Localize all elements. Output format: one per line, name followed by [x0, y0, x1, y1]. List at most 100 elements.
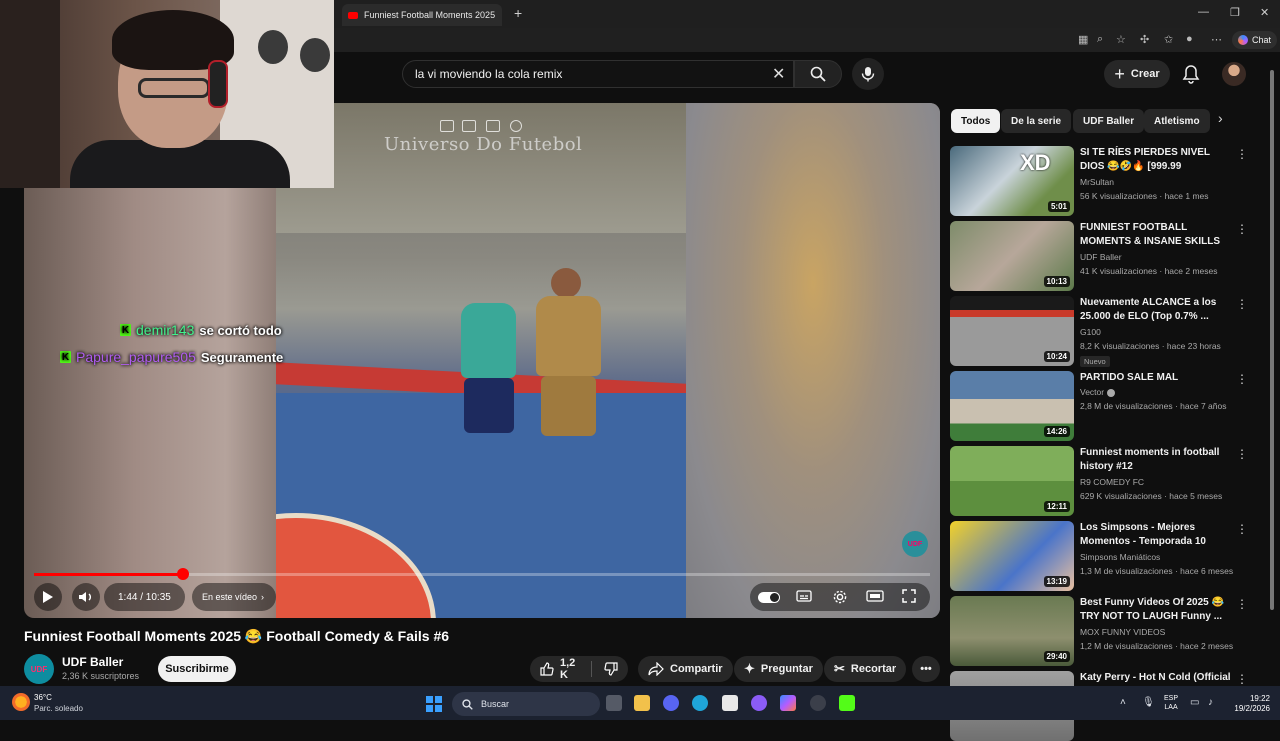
- more-vertical-icon[interactable]: ⋮: [1236, 298, 1248, 310]
- recommendation-title[interactable]: Katy Perry - Hot N Cold (Official: [1080, 671, 1232, 685]
- chip-de-la-serie[interactable]: De la serie: [1001, 109, 1072, 133]
- network-icon[interactable]: ▭: [1190, 697, 1199, 708]
- recommendation-item[interactable]: 12:11 Funniest moments in football histor…: [950, 446, 1250, 516]
- progress-scrubber[interactable]: [176, 568, 189, 580]
- apps-icon[interactable]: ▦: [1078, 33, 1088, 46]
- recommendation-thumbnail[interactable]: 12:11: [950, 446, 1074, 516]
- progress-bar[interactable]: [34, 568, 930, 580]
- task-view-icon[interactable]: [606, 695, 622, 711]
- create-button[interactable]: + Crear: [1104, 60, 1170, 88]
- system-clock[interactable]: 19:22 19/2/2026: [1226, 694, 1270, 714]
- recommendation-channel[interactable]: Simpsons Maniáticos: [1080, 552, 1160, 562]
- browser-tab-active[interactable]: Funniest Football Moments 2025 😂: [342, 4, 502, 26]
- volume-button[interactable]: [72, 583, 100, 611]
- recommendation-item[interactable]: 10:24 Nuevamente ALCANCE a los 25.000 de …: [950, 296, 1250, 367]
- zoom-icon[interactable]: ⌕: [1097, 33, 1103, 46]
- clipboard-icon[interactable]: [486, 120, 500, 132]
- windows-start-icon[interactable]: [426, 696, 442, 712]
- kick-app-icon[interactable]: [839, 695, 855, 711]
- dislike-icon[interactable]: [604, 662, 618, 676]
- chevron-right-icon[interactable]: ›: [1218, 110, 1223, 126]
- close-icon[interactable]: ✕: [1260, 6, 1269, 19]
- language-indicator[interactable]: ESP LAA: [1164, 694, 1178, 712]
- more-vertical-icon[interactable]: ⋮: [1236, 673, 1248, 685]
- recommendation-title[interactable]: Funniest moments in football history #12: [1080, 446, 1232, 474]
- copilot-app-icon[interactable]: [780, 695, 796, 711]
- screenshot-icon[interactable]: [440, 120, 454, 132]
- more-vertical-icon[interactable]: ⋮: [1236, 448, 1248, 460]
- recommendation-thumbnail[interactable]: XD 5:01: [950, 146, 1074, 216]
- chapters-button[interactable]: En este vídeo ›: [192, 583, 277, 611]
- recommendation-channel[interactable]: UDF Baller: [1080, 252, 1122, 262]
- recommendation-thumbnail[interactable]: 10:24: [950, 296, 1074, 366]
- more-vertical-icon[interactable]: ⋮: [1236, 223, 1248, 235]
- recommendation-channel[interactable]: Vector: [1080, 387, 1116, 397]
- search-input[interactable]: la vi moviendo la cola remix: [402, 60, 794, 88]
- recommendation-title[interactable]: PARTIDO SALE MAL: [1080, 371, 1232, 385]
- recommendation-title[interactable]: FUNNIEST FOOTBALL MOMENTS & INSANE SKILL…: [1080, 221, 1232, 249]
- autoplay-toggle[interactable]: [758, 592, 780, 603]
- scrollbar-thumb[interactable]: [1270, 70, 1274, 610]
- recommendation-item[interactable]: 29:40 Best Funny Videos Of 2025 😂 TRY NOT…: [950, 596, 1250, 666]
- profile-icon[interactable]: ●: [1186, 33, 1193, 45]
- chip-atletismo[interactable]: Atletismo: [1144, 109, 1210, 133]
- discord-icon[interactable]: [663, 695, 679, 711]
- channel-name[interactable]: UDF Baller: [62, 655, 123, 669]
- favorite-star-icon[interactable]: ☆: [1116, 33, 1126, 46]
- more-vertical-icon[interactable]: ⋮: [1236, 523, 1248, 535]
- ask-button[interactable]: ✦ Preguntar: [734, 656, 823, 682]
- volume-icon[interactable]: ♪: [1208, 697, 1213, 708]
- more-menu-icon[interactable]: ⋯: [1211, 33, 1222, 46]
- clip-button[interactable]: ✂ Recortar: [824, 656, 907, 682]
- picture-in-picture-icon[interactable]: [462, 120, 476, 132]
- channel-avatar[interactable]: UDF: [24, 654, 54, 684]
- translate-icon[interactable]: [510, 120, 522, 132]
- copilot-chat-button[interactable]: Chat: [1232, 31, 1278, 49]
- recommendation-thumbnail[interactable]: 10:13: [950, 221, 1074, 291]
- file-explorer-icon[interactable]: [634, 695, 650, 711]
- recommendation-item[interactable]: XD 5:01 SI TE RÍES PIERDES NIVEL DIOS 😂🤣🔥 …: [950, 146, 1250, 216]
- recommendation-item[interactable]: 13:19 Los Simpsons - Mejores Momentos - T…: [950, 521, 1250, 591]
- recommendation-thumbnail[interactable]: 29:40: [950, 596, 1074, 666]
- search-button[interactable]: [794, 60, 842, 88]
- recommendation-thumbnail[interactable]: 13:19: [950, 521, 1074, 591]
- microphone-icon[interactable]: 🎙: [1142, 697, 1155, 708]
- recommendation-title[interactable]: SI TE RÍES PIERDES NIVEL DIOS 😂🤣🔥 [999.9…: [1080, 146, 1232, 174]
- chip-todos[interactable]: Todos: [951, 109, 1001, 133]
- fullscreen-button[interactable]: [902, 589, 916, 608]
- settings-button[interactable]: [832, 589, 848, 610]
- share-button[interactable]: Compartir: [638, 656, 733, 682]
- taskbar-search[interactable]: Buscar: [452, 692, 600, 716]
- new-tab-button[interactable]: +: [514, 5, 522, 21]
- channel-watermark-logo[interactable]: UDF: [902, 531, 928, 557]
- edge-browser-icon[interactable]: [692, 695, 708, 711]
- twitch-icon[interactable]: [751, 695, 767, 711]
- more-vertical-icon[interactable]: ⋮: [1236, 373, 1248, 385]
- recommendation-title[interactable]: Los Simpsons - Mejores Momentos - Tempor…: [1080, 521, 1232, 549]
- weather-sun-icon[interactable]: [12, 693, 30, 711]
- more-actions-button[interactable]: •••: [912, 656, 940, 682]
- subtitles-button[interactable]: [796, 589, 812, 608]
- minimize-icon[interactable]: —: [1198, 6, 1209, 18]
- recommendation-title[interactable]: Best Funny Videos Of 2025 😂 TRY NOT TO L…: [1080, 596, 1232, 624]
- chip-udf-baller[interactable]: UDF Baller: [1073, 109, 1145, 133]
- store-icon[interactable]: [722, 695, 738, 711]
- recommendation-title[interactable]: Nuevamente ALCANCE a los 25.000 de ELO (…: [1080, 296, 1232, 324]
- extensions-icon[interactable]: ✣: [1140, 33, 1149, 46]
- recommendation-channel[interactable]: G100: [1080, 327, 1101, 337]
- recommendation-channel[interactable]: MrSultan: [1080, 177, 1114, 187]
- subscribe-button[interactable]: Suscribirme: [158, 656, 236, 682]
- recommendation-item[interactable]: 14:26 PARTIDO SALE MAL Vector 2,8 M de visu…: [950, 371, 1250, 441]
- recommendation-channel[interactable]: R9 COMEDY FC: [1080, 477, 1144, 487]
- user-avatar[interactable]: [1222, 62, 1246, 86]
- like-icon[interactable]: [540, 662, 554, 676]
- voice-search-button[interactable]: [852, 58, 884, 90]
- theater-mode-button[interactable]: [866, 589, 884, 608]
- play-button[interactable]: [34, 583, 62, 611]
- notifications-button[interactable]: [1182, 64, 1200, 89]
- more-vertical-icon[interactable]: ⋮: [1236, 148, 1248, 160]
- obs-icon[interactable]: [810, 695, 826, 711]
- recommendation-thumbnail[interactable]: 14:26: [950, 371, 1074, 441]
- recommendation-channel[interactable]: MOX FUNNY VIDEOS: [1080, 627, 1165, 637]
- more-vertical-icon[interactable]: ⋮: [1236, 598, 1248, 610]
